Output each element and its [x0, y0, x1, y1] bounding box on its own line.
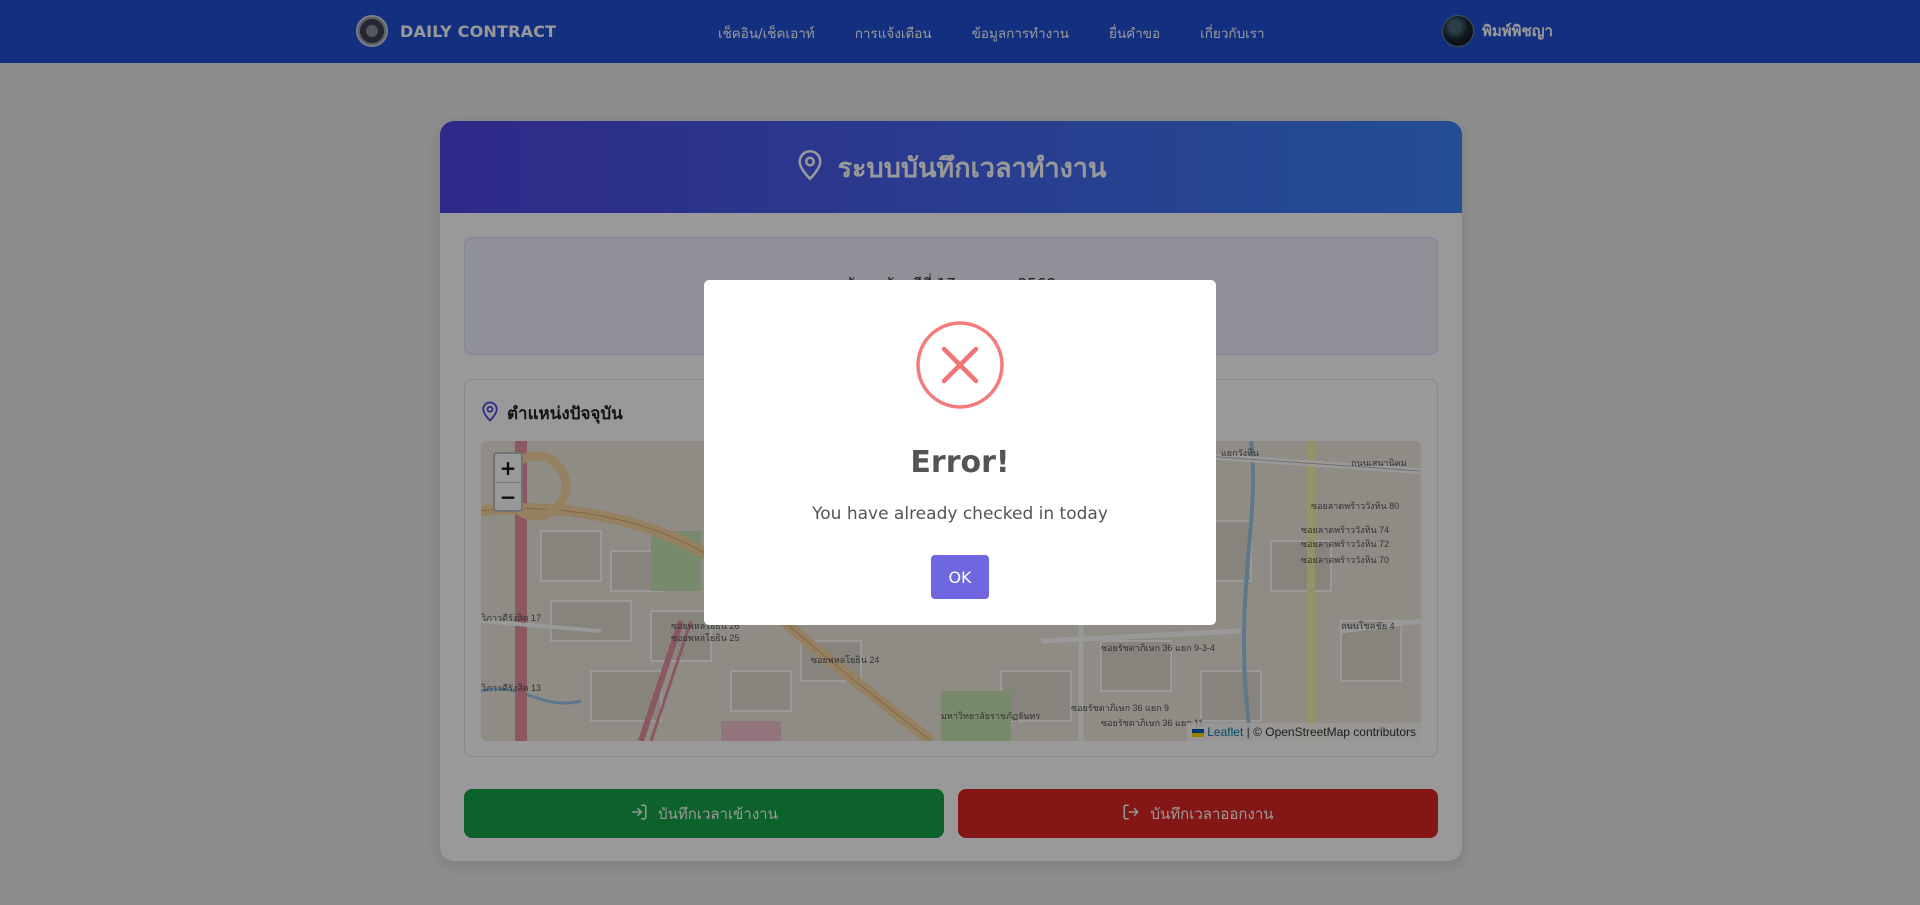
dialog-title: Error!	[910, 445, 1010, 480]
error-x-icon	[915, 320, 1005, 410]
ok-button[interactable]: OK	[931, 555, 989, 599]
error-dialog: Error! You have already checked in today…	[704, 280, 1216, 625]
dialog-message: You have already checked in today	[812, 504, 1108, 524]
